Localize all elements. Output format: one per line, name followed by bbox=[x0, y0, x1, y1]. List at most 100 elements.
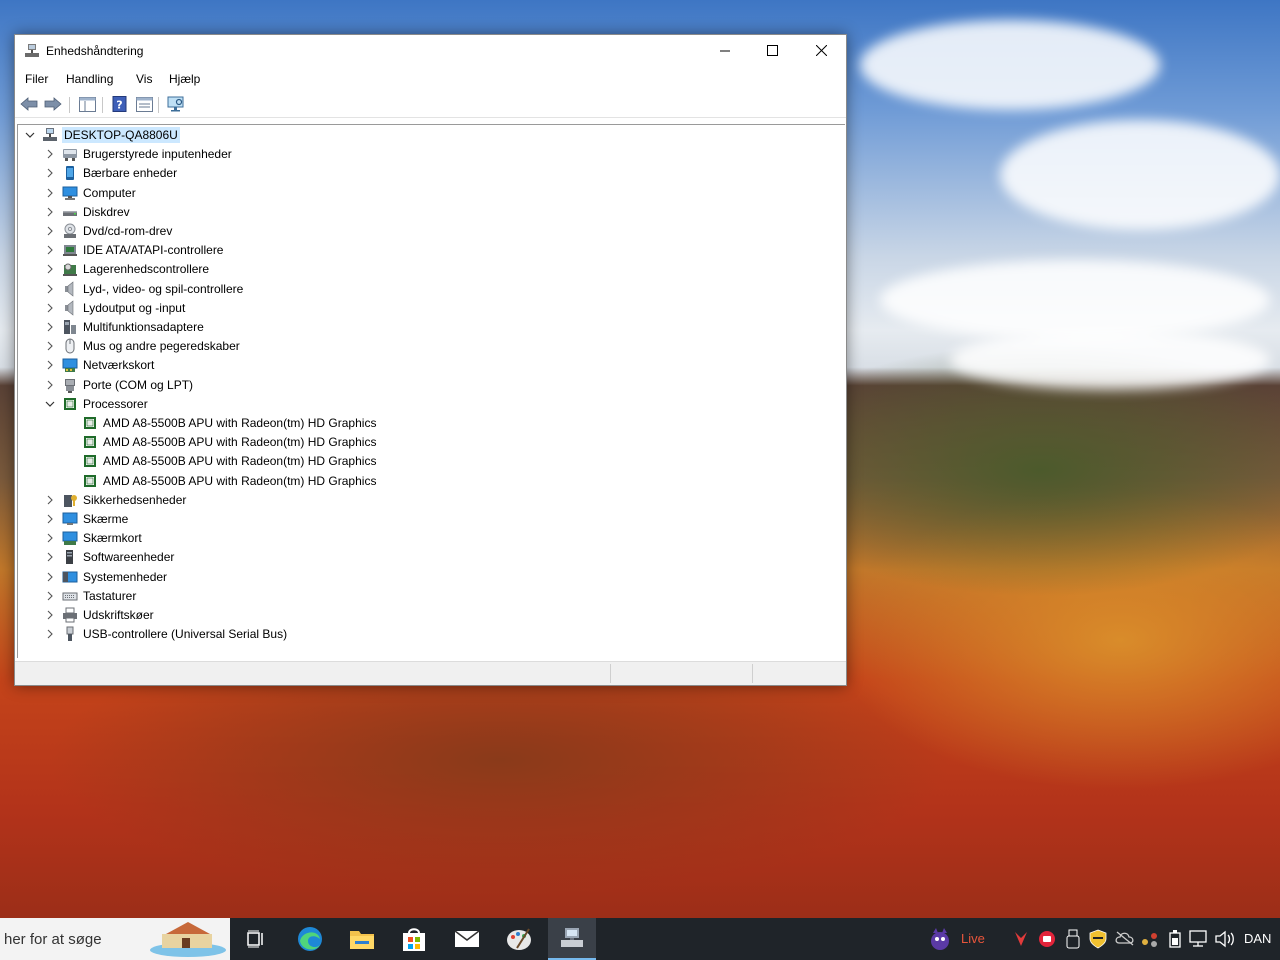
chevron-right-icon[interactable] bbox=[44, 590, 56, 602]
chevron-right-icon[interactable] bbox=[44, 321, 56, 333]
menu-file[interactable]: Filer bbox=[25, 72, 48, 86]
tree-category-item[interactable]: Diskdrev bbox=[83, 204, 130, 220]
chevron-right-icon[interactable] bbox=[44, 263, 56, 275]
port-icon bbox=[65, 378, 75, 393]
close-button[interactable] bbox=[798, 35, 844, 66]
svg-text:?: ? bbox=[116, 99, 122, 112]
network-icon[interactable] bbox=[1189, 930, 1209, 948]
chevron-right-icon[interactable] bbox=[44, 571, 56, 583]
properties-button[interactable] bbox=[134, 95, 154, 113]
mail-button[interactable] bbox=[443, 918, 491, 960]
title-bar[interactable]: Enhedshåndtering bbox=[15, 35, 846, 66]
tree-category-item[interactable]: Lydoutput og -input bbox=[83, 300, 185, 316]
processor-icon bbox=[84, 436, 96, 449]
chevron-right-icon[interactable] bbox=[44, 532, 56, 544]
monitor-icon bbox=[62, 512, 78, 525]
menu-help[interactable]: Hjælp bbox=[169, 72, 200, 86]
tree-category-item[interactable]: Sikkerhedsenheder bbox=[83, 492, 186, 508]
chevron-right-icon[interactable] bbox=[44, 244, 56, 256]
tree-category-item[interactable]: USB-controllere (Universal Serial Bus) bbox=[83, 626, 287, 642]
folder-icon bbox=[350, 931, 374, 949]
device-manager-taskbar-button[interactable] bbox=[548, 918, 596, 960]
chevron-right-icon[interactable] bbox=[44, 379, 56, 391]
chevron-right-icon[interactable] bbox=[44, 187, 56, 199]
tree-category-item[interactable]: Softwareenheder bbox=[83, 549, 174, 565]
tray-onedrive-offline-icon[interactable] bbox=[1115, 930, 1135, 946]
chevron-right-icon[interactable] bbox=[44, 148, 56, 160]
chevron-right-icon[interactable] bbox=[44, 609, 56, 621]
chevron-right-icon[interactable] bbox=[44, 551, 56, 563]
scan-hardware-button[interactable] bbox=[166, 95, 186, 113]
tree-category-item[interactable]: Lagerenhedscontrollere bbox=[83, 261, 209, 277]
menu-view[interactable]: Vis bbox=[136, 72, 152, 86]
tree-root-computer[interactable]: DESKTOP-QA8806U bbox=[62, 127, 180, 143]
chevron-right-icon[interactable] bbox=[44, 359, 56, 371]
chevron-right-icon[interactable] bbox=[44, 225, 56, 237]
close-icon bbox=[815, 45, 827, 56]
toolbar-separator bbox=[158, 97, 159, 113]
chevron-right-icon[interactable] bbox=[44, 513, 56, 525]
tree-category-item[interactable]: Mus og andre pegeredskaber bbox=[83, 338, 240, 354]
paint-app-button[interactable] bbox=[495, 918, 543, 960]
live-label[interactable]: Live bbox=[961, 931, 985, 946]
device-manager-icon bbox=[25, 44, 39, 57]
menu-action[interactable]: Handling bbox=[66, 72, 113, 86]
tray-security-icon[interactable] bbox=[1038, 930, 1056, 948]
tree-category-item[interactable]: Tastaturer bbox=[83, 588, 136, 604]
speaker-icon bbox=[65, 300, 74, 316]
tree-category-item[interactable]: Udskriftskøer bbox=[83, 607, 154, 623]
store-button[interactable] bbox=[390, 918, 438, 960]
processor-icon bbox=[84, 474, 96, 487]
status-divider bbox=[752, 664, 753, 683]
tree-category-item[interactable]: IDE ATA/ATAPI-controllere bbox=[83, 242, 223, 258]
toolbar-separator bbox=[102, 97, 103, 113]
tree-category-item[interactable]: Dvd/cd-rom-drev bbox=[83, 223, 172, 239]
live-mascot-icon bbox=[931, 928, 949, 950]
keyboard-icon bbox=[62, 592, 78, 601]
tray-app-icon[interactable] bbox=[1013, 930, 1029, 948]
tree-category-item[interactable]: Porte (COM og LPT) bbox=[83, 377, 193, 393]
volume-icon[interactable] bbox=[1215, 930, 1235, 948]
chevron-right-icon[interactable] bbox=[44, 283, 56, 295]
tree-category-item[interactable]: Brugerstyrede inputenheder bbox=[83, 146, 232, 162]
tree-category-item[interactable]: Skærme bbox=[83, 511, 128, 527]
chevron-right-icon[interactable] bbox=[44, 628, 56, 640]
window-title: Enhedshåndtering bbox=[46, 44, 144, 58]
chevron-right-icon[interactable] bbox=[44, 302, 56, 314]
tree-device-item[interactable]: AMD A8-5500B APU with Radeon(tm) HD Grap… bbox=[103, 434, 376, 450]
tray-usb-device-icon[interactable] bbox=[1066, 929, 1080, 949]
chevron-right-icon[interactable] bbox=[44, 494, 56, 506]
tree-device-item[interactable]: AMD A8-5500B APU with Radeon(tm) HD Grap… bbox=[103, 415, 376, 431]
edge-browser-button[interactable] bbox=[286, 918, 334, 960]
chevron-right-icon[interactable] bbox=[44, 206, 56, 218]
chevron-down-icon[interactable] bbox=[44, 398, 56, 410]
chevron-right-icon[interactable] bbox=[44, 340, 56, 352]
tree-category-item[interactable]: Computer bbox=[83, 185, 136, 201]
language-indicator[interactable]: DAN bbox=[1244, 931, 1271, 946]
tree-category-item[interactable]: Processorer bbox=[83, 396, 148, 412]
maximize-button[interactable] bbox=[749, 35, 795, 66]
tree-category-item[interactable]: Lyd-, video- og spil-controllere bbox=[83, 281, 243, 297]
chevron-right-icon[interactable] bbox=[44, 167, 56, 179]
tree-category-item[interactable]: Netværkskort bbox=[83, 357, 154, 373]
show-hide-console-tree-button[interactable] bbox=[77, 95, 97, 113]
search-box[interactable]: her for at søge bbox=[0, 918, 230, 960]
help-button[interactable]: ? bbox=[109, 95, 129, 113]
chevron-down-icon[interactable] bbox=[24, 129, 36, 141]
minimize-button[interactable] bbox=[702, 35, 748, 66]
tree-device-item[interactable]: AMD A8-5500B APU with Radeon(tm) HD Grap… bbox=[103, 453, 376, 469]
tree-device-item[interactable]: AMD A8-5500B APU with Radeon(tm) HD Grap… bbox=[103, 473, 376, 489]
tree-category-item[interactable]: Multifunktionsadaptere bbox=[83, 319, 204, 335]
portable-device-icon bbox=[66, 166, 74, 181]
task-view-button[interactable] bbox=[232, 918, 280, 960]
back-button[interactable] bbox=[19, 95, 39, 113]
tree-category-item[interactable]: Systemenheder bbox=[83, 569, 167, 585]
tray-network-share-icon[interactable] bbox=[1141, 930, 1159, 948]
forward-button[interactable] bbox=[43, 95, 63, 113]
tray-shield-icon[interactable] bbox=[1089, 929, 1107, 949]
processor-icon bbox=[64, 397, 76, 410]
tree-category-item[interactable]: Skærmkort bbox=[83, 530, 142, 546]
tree-category-item[interactable]: Bærbare enheder bbox=[83, 165, 177, 181]
file-explorer-button[interactable] bbox=[338, 918, 386, 960]
tray-battery-icon[interactable] bbox=[1167, 929, 1183, 949]
